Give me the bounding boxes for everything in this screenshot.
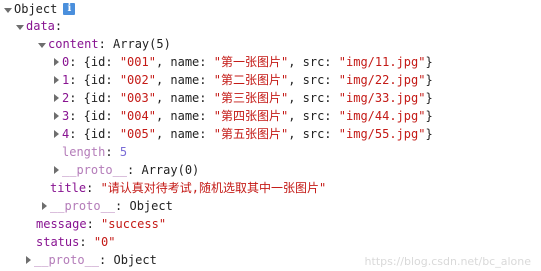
item-id: "003": [119, 91, 156, 105]
property-value: Object: [113, 253, 157, 267]
item-src: "img/33.jpg": [338, 91, 426, 105]
property-key: content: [48, 37, 99, 51]
item-src: "img/22.jpg": [338, 73, 426, 87]
collapse-arrow-icon[interactable]: [38, 197, 50, 215]
item-name: "第二张图片": [213, 73, 289, 87]
property-value: "0": [93, 235, 116, 249]
item-id: "004": [119, 109, 156, 123]
info-icon[interactable]: i: [63, 3, 76, 15]
collapse-arrow-icon[interactable]: [50, 71, 62, 89]
tree-row-data-proto[interactable]: __proto__: Object: [38, 197, 173, 215]
root-label: Object: [14, 2, 58, 16]
property-key: status: [36, 235, 80, 249]
tree-row-length: length: 5: [62, 145, 128, 159]
collapse-arrow-icon[interactable]: [22, 251, 34, 269]
property-key: __proto__: [50, 199, 116, 213]
tree-row-root[interactable]: Object i: [2, 0, 76, 18]
property-value: Array(5): [113, 37, 171, 51]
tree-row-data[interactable]: data:: [14, 17, 62, 35]
collapse-arrow-icon[interactable]: [50, 53, 62, 71]
item-id: "002": [119, 73, 156, 87]
tree-row-root-proto[interactable]: __proto__: Object: [22, 251, 157, 269]
collapse-arrow-icon[interactable]: [50, 125, 62, 143]
property-key: title: [50, 181, 87, 195]
collapse-arrow-icon[interactable]: [50, 161, 62, 179]
array-item-row[interactable]: 4: {id: "005", name: "第五张图片", src: "img/…: [50, 125, 433, 143]
watermark: https://blog.csdn.net/bc_alone: [364, 255, 531, 268]
expand-arrow-icon[interactable]: [14, 17, 26, 35]
tree-row-message: message: "success": [36, 217, 167, 231]
item-id: "001": [119, 55, 156, 69]
expand-arrow-icon[interactable]: [36, 35, 48, 53]
array-item-row[interactable]: 2: {id: "003", name: "第三张图片", src: "img/…: [50, 89, 433, 107]
property-value: 5: [119, 145, 128, 159]
item-name: "第五张图片": [213, 127, 289, 141]
item-name: "第三张图片": [213, 91, 289, 105]
item-src: "img/11.jpg": [338, 55, 426, 69]
property-key: data: [26, 19, 55, 33]
item-name: "第一张图片": [213, 55, 289, 69]
array-item-row[interactable]: 3: {id: "004", name: "第四张图片", src: "img/…: [50, 107, 433, 125]
item-name: "第四张图片": [213, 109, 289, 123]
expand-arrow-icon[interactable]: [2, 0, 14, 18]
property-key: __proto__: [62, 163, 128, 177]
property-value: Object: [129, 199, 173, 213]
array-item-row[interactable]: 1: {id: "002", name: "第二张图片", src: "img/…: [50, 71, 433, 89]
tree-row-array-proto[interactable]: __proto__: Array(0): [50, 161, 199, 179]
collapse-arrow-icon[interactable]: [50, 107, 62, 125]
property-value: Array(0): [141, 163, 200, 177]
property-key: __proto__: [34, 253, 100, 267]
tree-row-status: status: "0": [36, 235, 116, 249]
item-src: "img/44.jpg": [338, 109, 426, 123]
property-key: message: [36, 217, 87, 231]
tree-row-content[interactable]: content: Array(5): [36, 35, 171, 53]
item-src: "img/55.jpg": [338, 127, 426, 141]
collapse-arrow-icon[interactable]: [50, 89, 62, 107]
array-item-row[interactable]: 0: {id: "001", name: "第一张图片", src: "img/…: [50, 53, 433, 71]
tree-row-title: title: "请认真对待考试,随机选取其中一张图片": [50, 181, 327, 195]
property-value: "success": [101, 217, 167, 231]
property-key: length: [62, 145, 106, 159]
property-value: "请认真对待考试,随机选取其中一张图片": [100, 181, 327, 195]
item-id: "005": [119, 127, 156, 141]
